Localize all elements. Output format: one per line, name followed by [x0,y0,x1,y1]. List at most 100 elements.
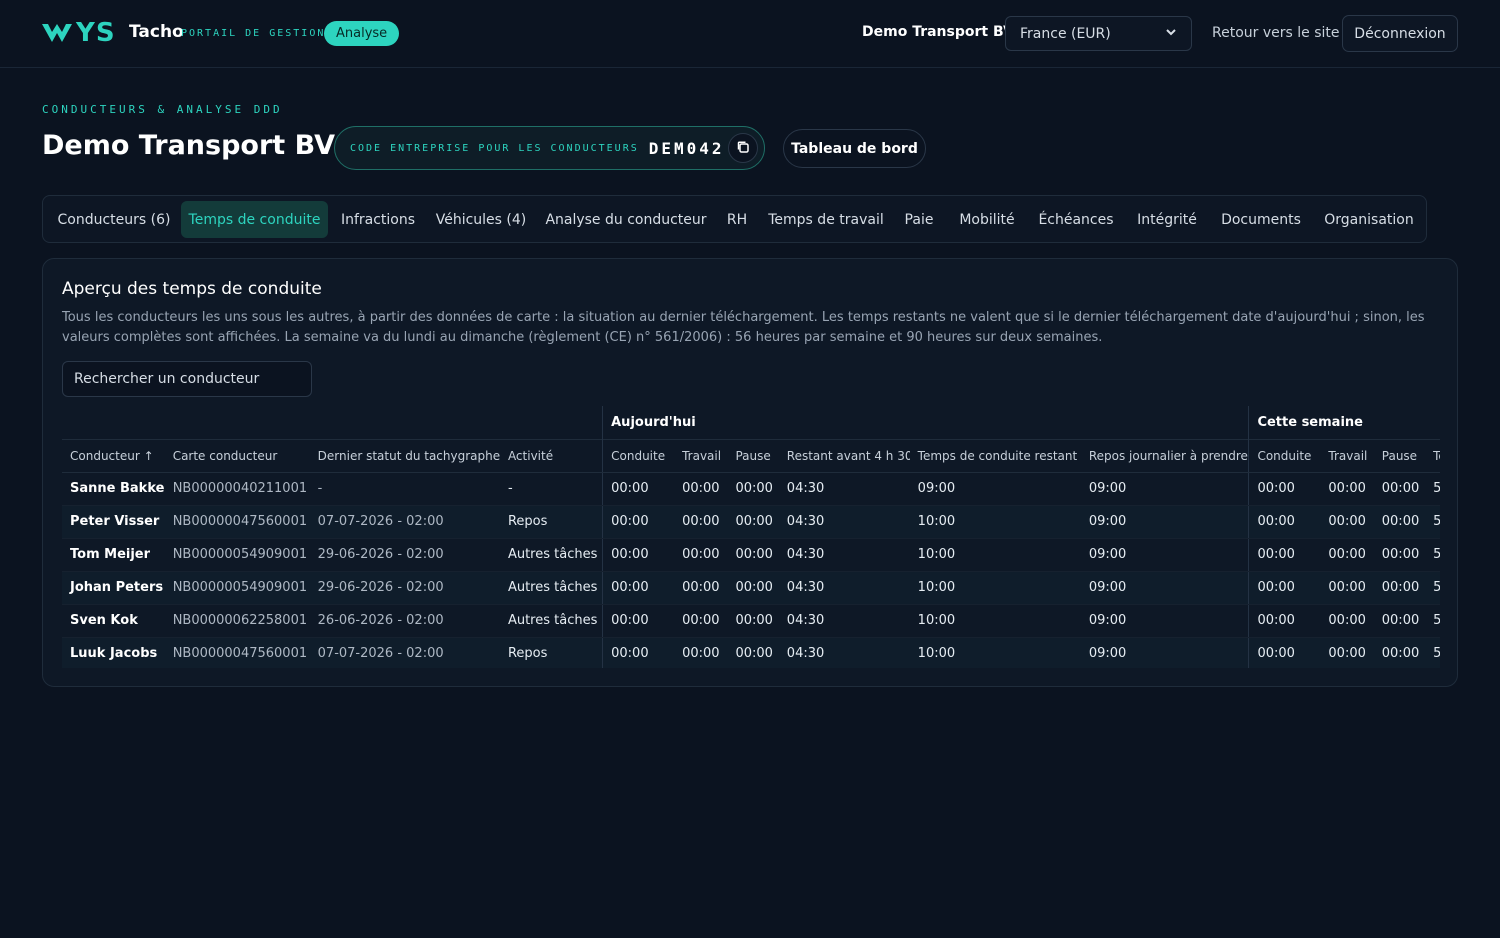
table-cell: - [309,472,500,506]
table-cell: 00:00 [674,505,728,539]
table-cell: 09:00 [1080,472,1249,506]
table-cell: 00:00 [1248,505,1321,539]
company-code-pill: CODE ENTREPRISE POUR LES CONDUCTEURS DEM… [334,126,765,170]
table-cell: 00:00 [1373,604,1426,638]
country-select[interactable]: France (EUR) [1005,16,1192,51]
analyse-badge: Analyse [324,21,400,46]
col-week-travail[interactable]: Travail [1320,438,1374,473]
table-cell: Autres tâches [499,571,603,605]
table-cell: 00:00 [602,505,675,539]
tab-temps-de-conduite[interactable]: Temps de conduite [181,201,328,238]
table-row[interactable]: Luuk Jacobs NB00000047560001 07-07-2026 - … [62,637,1440,668]
table-cell: 04:30 [778,538,910,572]
tab-temps-de-travail[interactable]: Temps de travail [763,201,889,238]
tab-vehicules[interactable]: Véhicules (4) [431,201,531,238]
col-dernier-statut[interactable]: Dernier statut du tachygraphe [309,438,500,473]
driver-name-cell: Sanne Bakker [62,472,165,506]
driving-time-table-wrapper[interactable]: Aujourd'hui Cette semaine Conducteur ↑ C… [62,406,1440,668]
table-cell: 00:00 [1248,604,1321,638]
table-cell: 09:00 [1080,505,1249,539]
driving-time-card: Aperçu des temps de conduite Tous les co… [42,258,1458,687]
col-today-pause[interactable]: Pause [727,438,779,473]
table-cell: 07-07-2026 - 02:00 [309,637,500,668]
col-today-temps-restant[interactable]: Temps de conduite restant [909,438,1081,473]
table-cell: 00:00 [602,472,675,506]
table-cell: 10:00 [909,538,1081,572]
dashboard-button[interactable]: Tableau de bord [783,129,926,168]
table-cell: NB00000054909001 [164,538,310,572]
tab-integrite[interactable]: Intégrité [1129,201,1205,238]
chevron-down-icon [1165,26,1177,42]
card-title: Aperçu des temps de conduite [62,279,322,299]
tab-analyse-conducteur[interactable]: Analyse du conducteur [541,201,711,238]
table-row[interactable]: Peter Visser NB00000047560001 07-07-2026 -… [62,505,1440,539]
table-cell: 00:00 [1373,472,1426,506]
table-cell: 00:00 [674,637,728,668]
table-cell: 00:00 [727,505,779,539]
driver-name-cell: Johan Peters [62,571,165,605]
tab-echeances[interactable]: Échéances [1029,201,1123,238]
table-cell: 00:00 [602,637,675,668]
table-cell: 00:00 [1320,472,1374,506]
table-cell: 00:00 [1373,505,1426,539]
table-row[interactable]: Sanne Bakker NB00000040211001- -00:00 00:00… [62,472,1440,506]
table-row[interactable]: Tom Meijer NB00000054909001 29-06-2026 - 0… [62,538,1440,572]
tab-conducteurs[interactable]: Conducteurs (6) [49,201,179,238]
table-cell: Autres tâches [499,538,603,572]
logo[interactable]: YS [40,18,116,48]
table-cell: NB00000054909001 [164,571,310,605]
driver-name-cell: Peter Visser [62,505,165,539]
table-cell: 09:00 [1080,538,1249,572]
table-cell: 56:00 [1425,604,1440,638]
col-activite[interactable]: Activité [499,438,603,473]
table-cell: 00:00 [1248,571,1321,605]
table-row[interactable]: Johan Peters NB00000054909001 29-06-2026 -… [62,571,1440,605]
col-week-pause[interactable]: Pause [1373,438,1426,473]
back-to-site-link[interactable]: Retour vers le site [1212,25,1339,41]
company-code-label: CODE ENTREPRISE POUR LES CONDUCTEURS [350,142,639,154]
table-cell: 00:00 [602,571,675,605]
table-cell: 10:00 [909,637,1081,668]
table-cell: 04:30 [778,505,910,539]
table-cell: 04:30 [778,604,910,638]
table-cell: 00:00 [602,538,675,572]
page-title: Demo Transport BV [42,130,335,161]
col-conducteur[interactable]: Conducteur ↑ [62,438,165,473]
table-cell: 09:00 [1080,604,1249,638]
tab-infractions[interactable]: Infractions [333,201,423,238]
table-cell: - [499,472,603,506]
table-cell: 10:00 [909,571,1081,605]
tab-rh[interactable]: RH [717,201,757,238]
col-today-conduite[interactable]: Conduite [602,438,675,473]
table-group-header: Aujourd'hui Cette semaine [62,406,1440,439]
company-name: Demo Transport BV [862,24,1014,40]
tab-organisation[interactable]: Organisation [1317,201,1421,238]
search-driver-input[interactable] [62,361,312,397]
copy-code-button[interactable] [728,133,758,163]
col-today-travail[interactable]: Travail [674,438,728,473]
col-repos-journalier[interactable]: Repos journalier à prendre [1080,438,1249,473]
col-carte[interactable]: Carte conducteur [164,438,310,473]
table-cell: 00:00 [1248,637,1321,668]
table-row[interactable]: Sven Kok NB00000062258001 26-06-2026 - 02:… [62,604,1440,638]
logout-button[interactable]: Déconnexion [1342,15,1458,52]
table-cell: NB00000047560001 [164,505,310,539]
table-cell: Autres tâches [499,604,603,638]
copy-icon [736,139,750,158]
table-cell: 00:00 [674,571,728,605]
tab-mobilite[interactable]: Mobilité [951,201,1023,238]
table-cell: 10:00 [909,604,1081,638]
table-cell: Repos [499,505,603,539]
table-cell: 00:00 [1320,604,1374,638]
col-restant-4h30[interactable]: Restant avant 4 h 30 [778,438,910,473]
tab-paie[interactable]: Paie [895,201,943,238]
col-week-temps-restant[interactable]: Temps de conduite restant [1425,438,1440,473]
table-cell: Repos [499,637,603,668]
tab-documents[interactable]: Documents [1211,201,1311,238]
col-week-conduite[interactable]: Conduite [1248,438,1321,473]
table-cell: 10:00 [909,505,1081,539]
table-cell: 07-07-2026 - 02:00 [309,505,500,539]
table-cell: 00:00 [727,604,779,638]
brand-name: Tacho [129,22,184,42]
table-cell: 00:00 [727,538,779,572]
